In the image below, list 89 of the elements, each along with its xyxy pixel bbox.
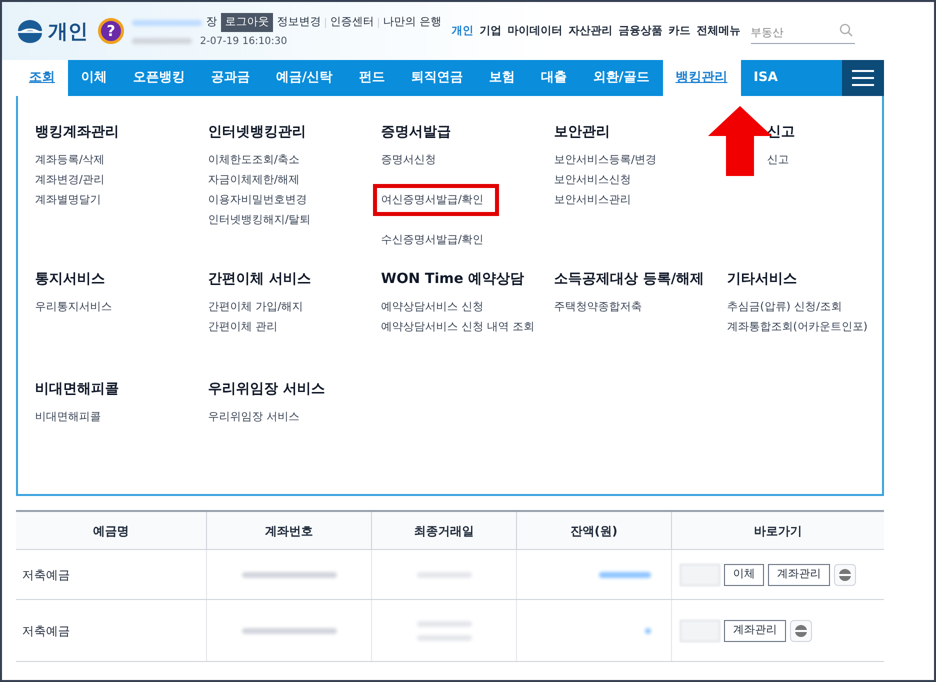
menu-link[interactable]: 예약상담서비스 신청	[381, 298, 484, 316]
top-nav-link[interactable]: 개인	[452, 22, 474, 40]
menu-link[interactable]: 계좌변경/관리	[35, 172, 105, 188]
login-time: 2-07-19 16:10:30	[200, 34, 288, 49]
menu-group-title: 비대면해피콜	[35, 380, 119, 399]
column-header: 최종거래일	[371, 512, 516, 549]
menu-link[interactable]: 신고	[767, 152, 789, 168]
column-header: 예금명	[92, 522, 130, 540]
top-nav-link[interactable]: 마이데이터	[508, 22, 562, 40]
menu-group-title: 신고	[766, 123, 795, 142]
more-button[interactable]	[790, 620, 812, 642]
menu-link[interactable]: 여신증명서발급/확인	[381, 192, 484, 208]
more-button[interactable]	[834, 564, 856, 586]
menu-link[interactable]: 자금이체제한/해제	[208, 172, 300, 188]
menu-group-title: 기타서비스	[727, 270, 797, 289]
main-nav-tab[interactable]: 보험	[476, 60, 528, 96]
main-nav-tab[interactable]: 공과금	[198, 60, 263, 96]
blurred-text	[132, 20, 202, 26]
main-nav-tab[interactable]: 뱅킹관리	[662, 60, 740, 96]
column-header: 계좌번호	[206, 512, 371, 549]
blurred-text	[416, 620, 472, 626]
main-nav-tab[interactable]: 이체	[68, 60, 120, 96]
menu-link[interactable]: 예약상담서비스 신청 내역 조회	[381, 318, 534, 336]
shortcut-button[interactable]: 계좌관리	[724, 620, 786, 642]
menu-link[interactable]: 계좌별명달기	[35, 192, 101, 208]
blurred-text	[416, 572, 472, 578]
menu-link[interactable]: 추심금(압류) 신청/조회	[727, 298, 842, 316]
shortcut-button[interactable]: 이체	[724, 564, 764, 586]
header-link[interactable]: 나만의 은행	[383, 14, 442, 31]
top-nav-link[interactable]: 기업	[480, 22, 502, 40]
menu-link[interactable]: 계좌통합조회(어카운트인포)	[727, 318, 868, 336]
main-nav-tab[interactable]: 오픈뱅킹	[120, 60, 198, 96]
menu-link[interactable]: 증명서신청	[381, 152, 436, 168]
top-nav-link[interactable]: 자산관리	[568, 22, 612, 40]
menu-link[interactable]: 우리위임장 서비스	[208, 408, 300, 426]
column-header: 바로가기	[671, 512, 884, 549]
help-badge[interactable]: ?	[98, 18, 124, 44]
main-nav-tab[interactable]: 예금/신탁	[263, 60, 346, 96]
main-nav-tab[interactable]: 외환/골드	[580, 60, 662, 96]
menu-link[interactable]: 간편이체 가입/해지	[208, 298, 304, 316]
search-field[interactable]: 부동산	[750, 22, 854, 44]
user-name-suffix: 장	[206, 14, 217, 30]
logout-button[interactable]: 로그아웃	[221, 13, 273, 32]
menu-link[interactable]: 이용자비밀번호변경	[208, 192, 307, 208]
column-header: 잔액(원)	[516, 512, 671, 549]
menu-link[interactable]: 수신증명서발급/확인	[381, 232, 484, 248]
top-nav-link[interactable]: 카드	[668, 22, 690, 40]
menu-group-title: 뱅킹계좌관리	[35, 123, 119, 142]
menu-link[interactable]: 이체한도조회/축소	[208, 152, 300, 168]
header-link[interactable]: 정보변경	[277, 14, 321, 31]
top-nav-link[interactable]: 전체메뉴	[696, 22, 740, 40]
menu-icon	[852, 70, 874, 86]
table-cell-text: 저축예금	[21, 622, 71, 640]
blurred-text	[416, 634, 472, 640]
blurred-text	[132, 38, 192, 44]
main-nav-tab[interactable]: 조회	[16, 60, 68, 96]
half-circle-icon	[794, 624, 808, 638]
menu-link[interactable]: 인터넷뱅킹해지/탈퇴	[208, 212, 311, 228]
header-link[interactable]: 인증센터	[330, 14, 374, 31]
menu-link[interactable]: 간편이체 관리	[208, 318, 278, 336]
logo-text: 개인	[48, 18, 88, 45]
menu-group-title: 소득공제대상 등록/해제	[554, 270, 704, 289]
menu-group-title: WON Time 예약상담	[381, 270, 524, 289]
menu-group-title: 간편이체 서비스	[208, 270, 311, 289]
menu-link[interactable]: 보안서비스등록/변경	[554, 152, 657, 168]
main-nav-tab[interactable]: ISA	[740, 60, 791, 96]
search-icon	[838, 22, 852, 36]
main-nav-tab[interactable]: 대출	[528, 60, 580, 96]
table-cell-text: 저축예금	[21, 566, 71, 584]
blurred-text	[599, 572, 651, 578]
shortcut-button[interactable]: 계좌관리	[768, 564, 830, 586]
blurred-text	[645, 628, 651, 634]
menu-link[interactable]: 보안서비스신청	[554, 172, 631, 188]
menu-button[interactable]	[842, 60, 884, 96]
menu-group-title: 보안관리	[554, 123, 610, 142]
main-nav-tab[interactable]: 퇴직연금	[398, 60, 476, 96]
menu-group-title: 통지서비스	[35, 270, 105, 289]
menu-link[interactable]: 주택청약종합저축	[554, 298, 642, 316]
menu-group-title: 인터넷뱅킹관리	[208, 123, 306, 142]
menu-link[interactable]: 계좌등록/삭제	[35, 152, 105, 168]
top-nav-link[interactable]: 금융상품	[618, 22, 662, 40]
menu-group-title: 우리위임장 서비스	[208, 380, 325, 399]
bank-logo-icon	[16, 19, 44, 43]
main-nav-tab[interactable]: 펀드	[346, 60, 398, 96]
menu-link[interactable]: 우리통지서비스	[35, 298, 112, 316]
menu-link[interactable]: 보안서비스관리	[554, 192, 631, 208]
menu-group-title: 증명서발급	[381, 123, 451, 142]
half-circle-icon	[838, 568, 852, 582]
menu-link[interactable]: 비대면해피콜	[35, 408, 101, 426]
